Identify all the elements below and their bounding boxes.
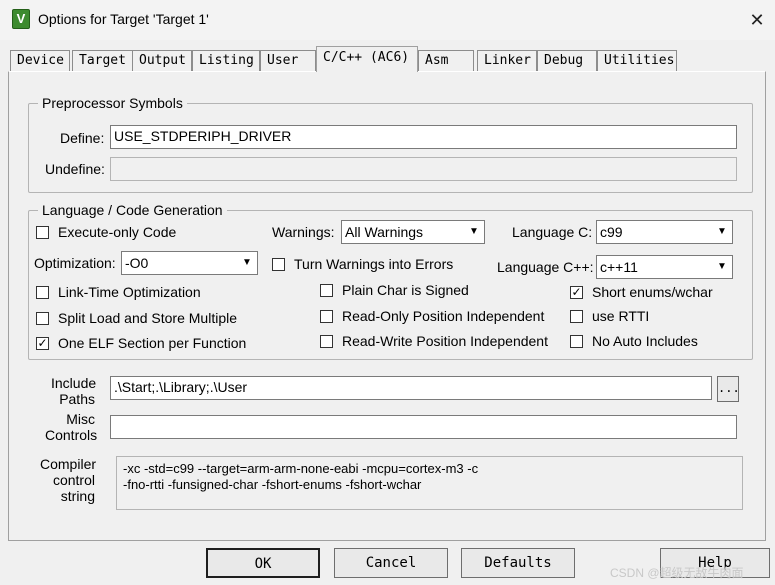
language-c-label: Language C: <box>512 224 593 240</box>
compiler-label-3: string <box>60 488 95 504</box>
ropi-label: Read-Only Position Independent <box>342 308 545 324</box>
include-paths-input[interactable]: .\Start;.\Library;.\User <box>110 376 712 400</box>
optimization-label: Optimization: <box>34 255 116 271</box>
short-enums-label: Short enums/wchar <box>592 284 713 300</box>
compiler-control-string[interactable]: -xc -std=c99 --target=arm-arm-none-eabi … <box>116 456 743 510</box>
tab-debug[interactable]: Debug <box>537 50 597 72</box>
turn-warnings-label: Turn Warnings into Errors <box>294 256 454 272</box>
ropi-box[interactable] <box>320 310 333 323</box>
misc-label-1: Misc <box>66 411 95 427</box>
warnings-label: Warnings: <box>272 224 335 240</box>
include-label-1: Include <box>51 375 97 391</box>
one-elf-label: One ELF Section per Function <box>58 335 247 351</box>
tab-user[interactable]: User <box>260 50 316 72</box>
chevron-down-icon[interactable]: ▼ <box>713 257 731 277</box>
keil-app-icon: V <box>12 9 30 29</box>
language-cpp-select[interactable]: c++11 ▼ <box>596 255 733 279</box>
defaults-button[interactable]: Defaults <box>461 548 575 578</box>
undefine-input[interactable] <box>110 157 737 181</box>
browse-include-button[interactable]: ... <box>717 376 740 402</box>
tab-strip: Device Target Output Listing User C/C++ … <box>8 46 766 72</box>
rwpi-box[interactable] <box>320 335 333 348</box>
check-icon[interactable]: ✓ <box>36 337 49 350</box>
define-input[interactable]: USE_STDPERIPH_DRIVER <box>110 125 737 149</box>
chevron-down-icon[interactable]: ▼ <box>465 222 483 242</box>
execute-only-label: Execute-only Code <box>58 224 177 240</box>
split-load-label: Split Load and Store Multiple <box>58 310 237 326</box>
split-load-box[interactable] <box>36 312 49 325</box>
tab-cpp-ac6[interactable]: C/C++ (AC6) <box>316 46 418 72</box>
language-c-value: c99 <box>600 224 623 240</box>
undefine-label: Undefine: <box>45 161 105 177</box>
no-auto-box[interactable] <box>570 335 583 348</box>
compiler-label-1: Compiler <box>40 456 97 472</box>
close-icon[interactable]: ✕ <box>744 8 770 32</box>
tab-target[interactable]: Target <box>72 50 136 72</box>
tab-asm[interactable]: Asm <box>418 50 474 72</box>
optimization-select[interactable]: -O0 ▼ <box>121 251 258 275</box>
check-icon[interactable]: ✓ <box>570 286 583 299</box>
watermark: CSDN @超级无敌牛肉面 <box>610 566 744 580</box>
plain-char-label: Plain Char is Signed <box>342 282 469 298</box>
link-time-label: Link-Time Optimization <box>58 284 201 300</box>
misc-controls-input[interactable] <box>110 415 737 439</box>
turn-warnings-box[interactable] <box>272 258 285 271</box>
define-label: Define: <box>60 130 105 146</box>
window-title: Options for Target 'Target 1' <box>38 11 209 27</box>
no-auto-label: No Auto Includes <box>592 333 698 349</box>
language-legend: Language / Code Generation <box>38 202 227 218</box>
language-c-select[interactable]: c99 ▼ <box>596 220 733 244</box>
tab-device[interactable]: Device <box>10 50 70 72</box>
preprocessor-legend: Preprocessor Symbols <box>38 95 187 111</box>
chevron-down-icon[interactable]: ▼ <box>238 253 256 273</box>
cancel-button[interactable]: Cancel <box>334 548 448 578</box>
tab-utilities[interactable]: Utilities <box>597 50 677 72</box>
misc-label-2: Controls <box>45 427 98 443</box>
ok-button[interactable]: OK <box>206 548 320 578</box>
rtti-box[interactable] <box>570 310 583 323</box>
warnings-value: All Warnings <box>345 224 424 240</box>
plain-char-box[interactable] <box>320 284 333 297</box>
tab-linker[interactable]: Linker <box>477 50 537 72</box>
chevron-down-icon[interactable]: ▼ <box>713 222 731 242</box>
tab-output[interactable]: Output <box>132 50 192 72</box>
warnings-select[interactable]: All Warnings ▼ <box>341 220 485 244</box>
compiler-label-2: control <box>52 472 95 488</box>
include-label-2: Paths <box>59 391 95 407</box>
optimization-value: -O0 <box>125 255 149 271</box>
execute-only-box[interactable] <box>36 226 49 239</box>
rwpi-label: Read-Write Position Independent <box>342 333 548 349</box>
rtti-label: use RTTI <box>592 308 650 324</box>
language-cpp-value: c++11 <box>600 259 638 275</box>
tab-listing[interactable]: Listing <box>192 50 260 72</box>
language-cpp-label: Language C++: <box>497 259 594 275</box>
link-time-box[interactable] <box>36 286 49 299</box>
